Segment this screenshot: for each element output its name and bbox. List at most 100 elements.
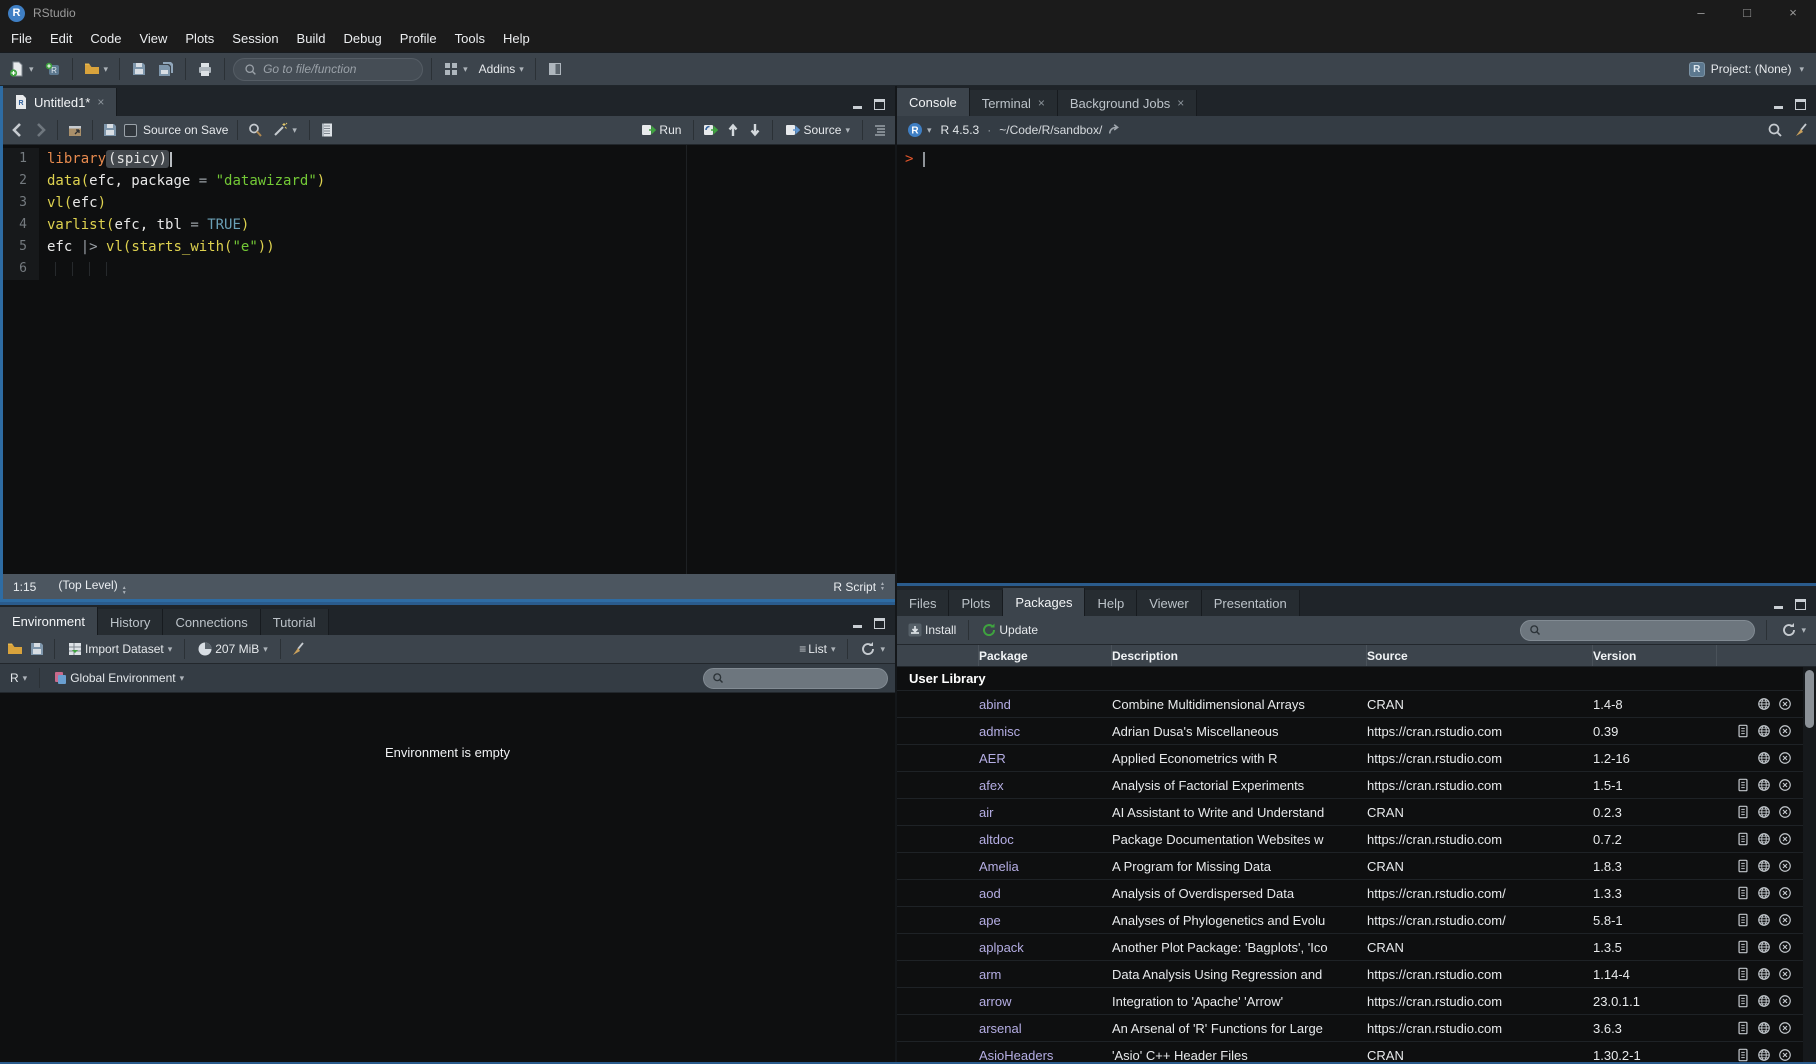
code-line-2[interactable]: 2data(efc, package = "datawizard") (3, 170, 895, 192)
save-all-button[interactable] (155, 59, 177, 79)
new-project-button[interactable]: R (42, 59, 64, 79)
code-line-6[interactable]: 6 (3, 258, 895, 280)
tab-plots[interactable]: Plots (949, 590, 1003, 616)
project-menu-button[interactable]: R Project: (None) ▾ (1689, 62, 1810, 77)
pane-minimize-button[interactable] (1774, 99, 1785, 110)
package-name-link[interactable]: air (979, 805, 1112, 820)
package-row[interactable]: arm Data Analysis Using Regression and h… (897, 961, 1816, 988)
remove-package-icon[interactable] (1778, 778, 1792, 792)
file-type-selector[interactable]: R Script▲▼ (833, 580, 885, 594)
package-name-link[interactable]: admisc (979, 724, 1112, 739)
website-globe-icon[interactable] (1757, 1021, 1771, 1035)
search-icon[interactable] (1767, 122, 1783, 138)
find-replace-icon[interactable] (247, 122, 263, 138)
tab-console[interactable]: Console (897, 88, 970, 116)
environment-search-input[interactable] (729, 671, 879, 685)
pane-maximize-button[interactable] (874, 618, 885, 629)
website-globe-icon[interactable] (1757, 940, 1771, 954)
tab-presentation[interactable]: Presentation (1202, 590, 1300, 616)
environment-search[interactable] (703, 668, 888, 689)
package-row[interactable]: admisc Adrian Dusa's Miscellaneous https… (897, 718, 1816, 745)
pane-minimize-button[interactable] (1774, 599, 1785, 610)
packages-search[interactable] (1520, 620, 1755, 641)
close-button[interactable]: × (1770, 0, 1816, 26)
menu-item-file[interactable]: File (2, 26, 41, 52)
package-row[interactable]: altdoc Package Documentation Websites w … (897, 826, 1816, 853)
remove-package-icon[interactable] (1778, 967, 1792, 981)
tab-background-jobs[interactable]: Background Jobs× (1058, 90, 1197, 116)
menu-item-view[interactable]: View (130, 26, 176, 52)
language-selector[interactable]: R ▾ (7, 669, 30, 687)
website-globe-icon[interactable] (1757, 886, 1771, 900)
pane-maximize-button[interactable] (874, 99, 885, 110)
environment-selector[interactable]: Global Environment ▾ (49, 668, 187, 688)
source-button[interactable]: Source ▾ (782, 120, 853, 140)
close-icon[interactable]: × (97, 95, 104, 109)
close-icon[interactable]: × (1177, 96, 1184, 110)
rerun-icon[interactable] (703, 122, 719, 138)
tab-tutorial[interactable]: Tutorial (261, 609, 329, 635)
package-name-link[interactable]: AsioHeaders (979, 1048, 1112, 1063)
tab-viewer[interactable]: Viewer (1137, 590, 1202, 616)
website-globe-icon[interactable] (1757, 913, 1771, 927)
package-name-link[interactable]: AER (979, 751, 1112, 766)
tab-history[interactable]: History (98, 609, 163, 635)
forward-icon[interactable] (32, 122, 48, 138)
package-row[interactable]: AER Applied Econometrics with R https://… (897, 745, 1816, 772)
tab-help[interactable]: Help (1085, 590, 1137, 616)
code-line-4[interactable]: 4varlist(efc, tbl = TRUE) (3, 214, 895, 236)
menu-item-plots[interactable]: Plots (176, 26, 223, 52)
code-editor[interactable]: 1library(spicy)2data(efc, package = "dat… (3, 145, 895, 574)
tab-files[interactable]: Files (897, 590, 949, 616)
header-package[interactable]: Package (979, 645, 1112, 666)
manual-doc-icon[interactable] (1736, 724, 1750, 738)
packages-scrollbar[interactable] (1803, 667, 1816, 1062)
console-output[interactable]: > (897, 145, 1816, 583)
package-name-link[interactable]: arsenal (979, 1021, 1112, 1036)
refresh-environment-button[interactable]: ▾ (857, 639, 888, 659)
run-previous-icon[interactable] (725, 122, 741, 138)
run-button[interactable]: Run (638, 120, 684, 140)
remove-package-icon[interactable] (1778, 805, 1792, 819)
close-icon[interactable]: × (1038, 96, 1045, 110)
menu-item-build[interactable]: Build (288, 26, 335, 52)
remove-package-icon[interactable] (1778, 859, 1792, 873)
load-workspace-icon[interactable] (7, 641, 23, 657)
goto-file-search[interactable] (233, 58, 423, 81)
package-row[interactable]: Amelia A Program for Missing Data CRAN 1… (897, 853, 1816, 880)
compile-report-icon[interactable] (319, 122, 335, 138)
remove-package-icon[interactable] (1778, 751, 1792, 765)
clear-environment-broom-icon[interactable] (290, 641, 306, 657)
remove-package-icon[interactable] (1778, 913, 1792, 927)
menu-item-edit[interactable]: Edit (41, 26, 81, 52)
menu-item-help[interactable]: Help (494, 26, 539, 52)
manual-doc-icon[interactable] (1736, 1048, 1750, 1062)
website-globe-icon[interactable] (1757, 967, 1771, 981)
maximize-button[interactable]: □ (1724, 0, 1770, 26)
code-line-5[interactable]: 5efc |> vl(starts_with("e")) (3, 236, 895, 258)
package-row[interactable]: aplpack Another Plot Package: 'Bagplots'… (897, 934, 1816, 961)
remove-package-icon[interactable] (1778, 940, 1792, 954)
package-row[interactable]: AsioHeaders 'Asio' C++ Header Files CRAN… (897, 1042, 1816, 1062)
pane-minimize-button[interactable] (853, 618, 864, 629)
website-globe-icon[interactable] (1757, 1048, 1771, 1062)
manual-doc-icon[interactable] (1736, 778, 1750, 792)
tab-packages[interactable]: Packages (1003, 588, 1085, 616)
package-row[interactable]: arsenal An Arsenal of 'R' Functions for … (897, 1015, 1816, 1042)
package-name-link[interactable]: Amelia (979, 859, 1112, 874)
addins-button[interactable]: Addins ▾ (476, 60, 527, 78)
manual-doc-icon[interactable] (1736, 1021, 1750, 1035)
clear-console-broom-icon[interactable] (1793, 122, 1809, 138)
menu-item-profile[interactable]: Profile (391, 26, 446, 52)
package-row[interactable]: afex Analysis of Factorial Experiments h… (897, 772, 1816, 799)
new-file-button[interactable]: ▾ (6, 59, 37, 79)
package-name-link[interactable]: ape (979, 913, 1112, 928)
header-description[interactable]: Description (1112, 645, 1367, 666)
list-view-button[interactable]: ≡ List ▾ (796, 640, 838, 658)
code-tools-button[interactable]: ▾ (269, 120, 300, 140)
code-line-1[interactable]: 1library(spicy) (3, 148, 895, 170)
code-line-3[interactable]: 3vl(efc) (3, 192, 895, 214)
packages-search-input[interactable] (1546, 623, 1696, 637)
update-button[interactable]: Update (978, 620, 1041, 640)
tab-untitled1[interactable]: R Untitled1* × (3, 88, 117, 116)
